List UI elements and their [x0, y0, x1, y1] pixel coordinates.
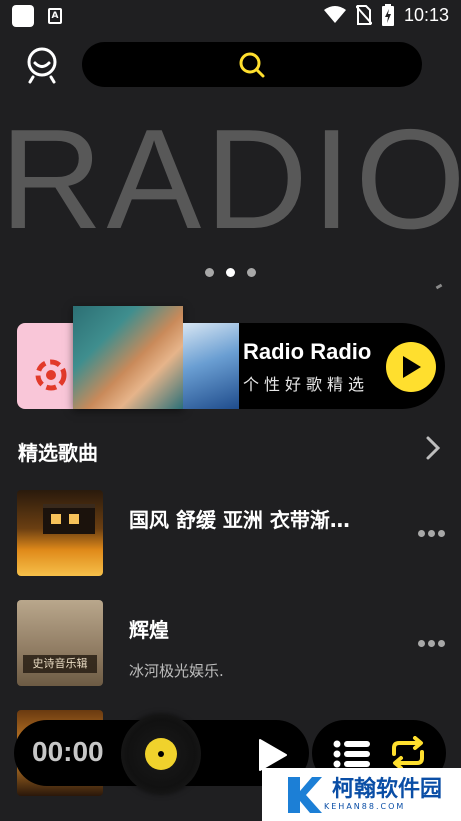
pager-dot-active[interactable]	[226, 268, 235, 277]
radio-play-button[interactable]	[386, 342, 436, 392]
a-badge-icon: A	[48, 8, 62, 24]
cover-label: 史诗音乐辑	[23, 655, 97, 673]
play-icon	[403, 356, 421, 378]
battery-charging-icon	[381, 4, 394, 26]
song-cover: 史诗音乐辑	[17, 600, 103, 686]
player-time: 00:00	[32, 736, 104, 767]
more-options-icon[interactable]	[418, 530, 446, 538]
pager-dot[interactable]	[205, 268, 214, 277]
user-avatar-icon[interactable]	[22, 44, 62, 84]
radio-cover-1	[17, 323, 77, 409]
radio-cover-2	[73, 306, 183, 409]
song-title: 国风 舒缓 亚洲 衣带渐…	[129, 508, 350, 532]
banner-pager	[205, 268, 256, 277]
watermark-url: KEHAN88.COM	[324, 801, 406, 811]
status-bar: A 10:13	[0, 0, 461, 32]
radio-card-title: Radio Radio	[243, 339, 372, 364]
more-options-icon[interactable]	[418, 640, 446, 648]
vinyl-disc-icon[interactable]	[121, 714, 201, 794]
play-icon	[259, 739, 287, 771]
search-bar[interactable]	[82, 42, 422, 87]
section-title: 精选歌曲	[18, 441, 98, 465]
banner-title[interactable]: RADIO	[0, 105, 461, 255]
watermark-logo-icon	[288, 776, 322, 813]
lollipop-icon	[35, 359, 67, 391]
section-more-button[interactable]	[424, 434, 442, 462]
radio-card-subtitle: 个性好歌精选	[243, 375, 370, 394]
song-artist: 冰河极光娱乐.	[129, 662, 224, 680]
song-list-item[interactable]: 史诗音乐辑 辉煌 冰河极光娱乐.	[0, 600, 461, 690]
chevron-right-icon	[426, 436, 441, 460]
no-sim-icon	[355, 5, 372, 25]
song-list-item[interactable]: 国风 舒缓 亚洲 衣带渐…	[0, 490, 461, 580]
watermark-name: 柯翰软件园	[332, 776, 443, 802]
pager-dot[interactable]	[247, 268, 256, 277]
song-title: 辉煌	[129, 618, 169, 642]
search-icon	[239, 52, 265, 77]
watermark: 柯翰软件园 KEHAN88.COM	[262, 768, 461, 821]
song-cover	[17, 490, 103, 576]
wifi-icon	[323, 6, 346, 23]
decorative-mark	[435, 283, 443, 290]
radio-cover-3	[183, 323, 239, 409]
status-time: 10:13	[403, 4, 449, 25]
app-square-icon	[12, 5, 34, 27]
